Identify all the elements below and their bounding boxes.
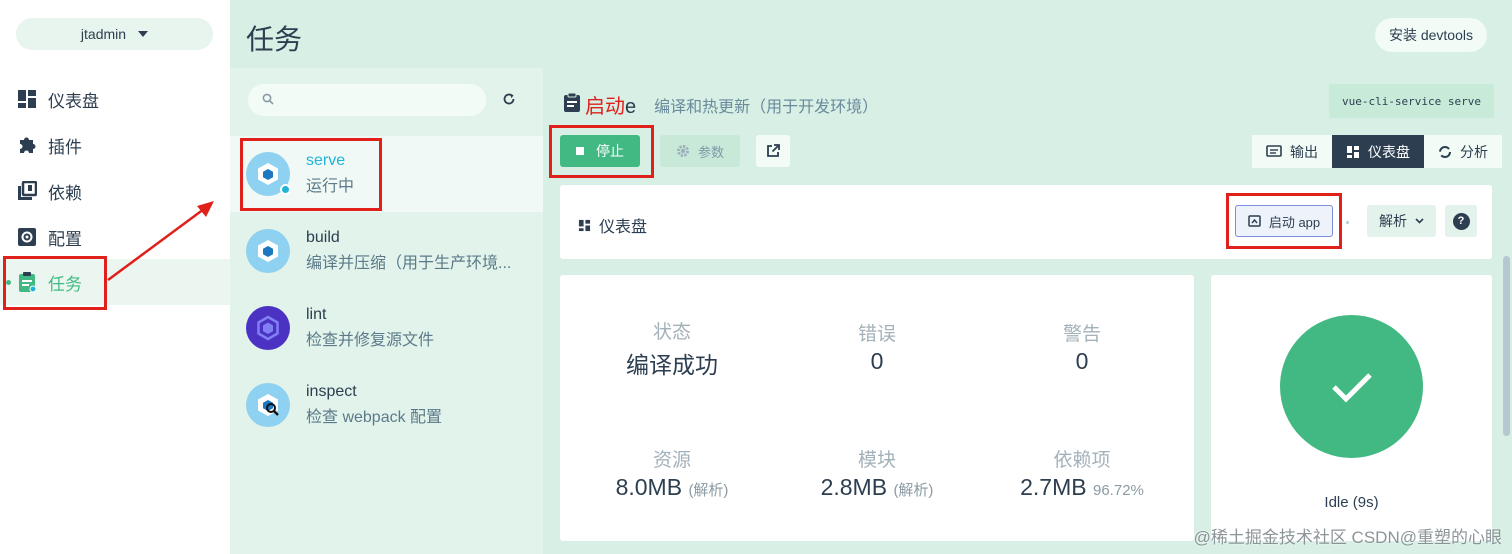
external-link-icon xyxy=(767,144,780,157)
stat-dependencies: 依赖项 2.7MB 96.72% xyxy=(1020,450,1144,500)
dashboard-title: 仪表盘 xyxy=(578,213,647,237)
puzzle-icon xyxy=(16,134,38,156)
tab-output[interactable]: 输出 xyxy=(1252,135,1332,168)
annotation-box-tasks xyxy=(3,256,107,310)
settings-icon xyxy=(16,226,38,248)
task-name: inspect xyxy=(306,383,357,400)
analyze-label: 解析 xyxy=(1379,213,1407,229)
tab-label: 分析 xyxy=(1460,143,1488,160)
annotation-box-launch-app xyxy=(1226,193,1342,249)
watermark: @稀土掘金技术社区 CSDN@重塑的心眼 xyxy=(1193,528,1502,547)
dashboard-icon xyxy=(578,219,591,231)
help-button[interactable]: ? xyxy=(1445,205,1477,237)
webpack-inspect-icon xyxy=(246,383,290,427)
task-name: build xyxy=(306,229,340,246)
project-name: jtadmin xyxy=(80,26,127,42)
sidebar-item-plugins[interactable]: 插件 xyxy=(0,122,230,168)
view-tabs: 输出 仪表盘 分析 xyxy=(1252,135,1502,168)
library-icon xyxy=(16,180,38,202)
task-header: 启动e 编译和热更新（用于开发环境） xyxy=(563,90,878,119)
task-description: 检查并修复源文件 xyxy=(306,332,435,349)
tab-analyze[interactable]: 分析 xyxy=(1424,135,1502,168)
task-description: 检查 webpack 配置 xyxy=(306,409,443,426)
sidebar-item-dashboard[interactable]: 仪表盘 xyxy=(0,76,230,122)
annotation-box-serve xyxy=(240,138,382,211)
task-detail-panel: 启动e 编译和热更新（用于开发环境） vue-cli-service serve… xyxy=(543,68,1512,554)
dashboard-icon xyxy=(1347,145,1359,158)
stat-modules: 模块 2.8MB (解析) xyxy=(820,450,934,500)
search-icon xyxy=(262,93,274,105)
annotation-box-stop xyxy=(549,125,654,178)
top-header: 任务 安装 devtools xyxy=(230,0,1512,68)
task-item-build[interactable]: build 编译并压缩（用于生产环境... xyxy=(230,213,543,289)
checkmark-icon xyxy=(1331,372,1372,403)
page-title: 任务 xyxy=(246,24,303,55)
sidebar-item-label: 仪表盘 xyxy=(48,91,99,111)
open-external-button[interactable] xyxy=(756,135,790,167)
params-label: 参数 xyxy=(697,144,724,160)
project-selector[interactable]: jtadmin xyxy=(16,18,213,50)
search-input[interactable] xyxy=(248,84,486,116)
gear-icon xyxy=(676,145,689,157)
task-title: 启动e xyxy=(585,90,636,119)
task-name: lint xyxy=(306,306,327,323)
task-item-inspect[interactable]: inspect 检查 webpack 配置 xyxy=(230,367,543,443)
task-title-suffix: e xyxy=(625,96,637,118)
chevron-down-icon xyxy=(138,31,149,37)
annotation-label: 启动 xyxy=(585,96,625,118)
sidebar-item-label: 配置 xyxy=(48,229,82,249)
clipboard-icon xyxy=(563,92,581,118)
params-button[interactable]: 参数 xyxy=(660,135,740,167)
analyze-icon xyxy=(1439,145,1451,158)
scrollbar[interactable] xyxy=(1503,256,1510,436)
sidebar-item-dependencies[interactable]: 依赖 xyxy=(0,168,230,214)
dashboard-toolbar: 仪表盘 启动 app 解析 ? xyxy=(560,185,1492,259)
help-icon: ? xyxy=(1452,212,1470,230)
separator xyxy=(1346,221,1349,224)
webpack-icon xyxy=(246,229,290,273)
stat-assets: 资源 8.0MB (解析) xyxy=(615,450,729,500)
stat-errors: 错误 0 xyxy=(857,324,896,374)
stats-card: 状态 编译成功 错误 0 警告 0 资源 8.0MB (解析) 模块 2.8MB… xyxy=(560,275,1194,541)
refresh-icon[interactable] xyxy=(502,92,516,111)
stat-status: 状态 编译成功 xyxy=(626,322,718,378)
eslint-icon xyxy=(246,306,290,350)
sidebar-item-label: 插件 xyxy=(48,137,82,157)
dashboard-icon xyxy=(16,88,38,110)
chevron-down-icon xyxy=(1415,218,1424,224)
analyze-dropdown[interactable]: 解析 xyxy=(1367,205,1436,237)
tab-label: 输出 xyxy=(1290,143,1318,160)
stat-warnings: 警告 0 xyxy=(1062,324,1101,374)
sidebar-item-label: 依赖 xyxy=(48,183,82,203)
sidebar-item-config[interactable]: 配置 xyxy=(0,214,230,260)
task-description: 编译并压缩（用于生产环境... xyxy=(306,255,512,272)
task-item-lint[interactable]: lint 检查并修复源文件 xyxy=(230,290,543,366)
output-icon xyxy=(1266,144,1282,157)
install-devtools-button[interactable]: 安装 devtools xyxy=(1374,18,1487,52)
build-status-card: Idle (9s) xyxy=(1211,275,1492,541)
build-status-text: Idle (9s) xyxy=(1324,494,1379,511)
tab-label: 仪表盘 xyxy=(1368,143,1410,160)
command-box: vue-cli-service serve xyxy=(1329,84,1494,118)
status-success-indicator xyxy=(1280,315,1423,458)
task-description: 编译和热更新（用于开发环境） xyxy=(654,98,879,116)
tab-dashboard[interactable]: 仪表盘 xyxy=(1332,135,1424,168)
